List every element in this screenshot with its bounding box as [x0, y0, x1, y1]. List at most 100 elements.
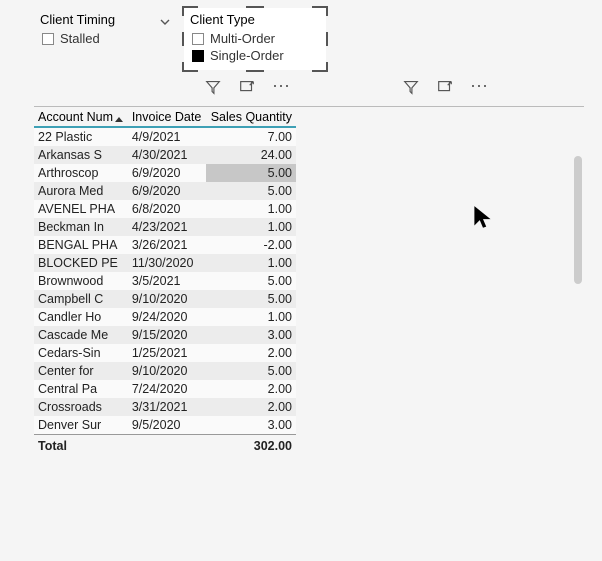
cell-account: Cedars-Sin [34, 344, 128, 362]
table-row[interactable]: Aurora Med6/9/20205.00 [34, 182, 296, 200]
focus-mode-icon[interactable] [238, 78, 256, 96]
cell-account: Central Pa [34, 380, 128, 398]
more-options-icon[interactable]: ··· [272, 76, 290, 98]
more-options-icon[interactable]: ··· [470, 76, 488, 98]
cell-qty: 5.00 [206, 362, 296, 380]
slicer-header[interactable]: Client Timing [40, 12, 170, 27]
cell-date: 6/9/2020 [128, 164, 206, 182]
cell-qty: 3.00 [206, 326, 296, 344]
cell-date: 6/9/2020 [128, 182, 206, 200]
slicer-client-type[interactable]: Client Type Multi-Order Single-Order [184, 8, 326, 70]
table-row[interactable]: Campbell C9/10/20205.00 [34, 290, 296, 308]
cell-qty: 5.00 [206, 182, 296, 200]
cell-qty: 2.00 [206, 344, 296, 362]
table-row[interactable]: Denver Sur9/5/20203.00 [34, 416, 296, 435]
cell-date: 4/9/2021 [128, 127, 206, 146]
table-row[interactable]: Candler Ho9/24/20201.00 [34, 308, 296, 326]
cell-qty: 5.00 [206, 164, 296, 182]
cell-date: 9/24/2020 [128, 308, 206, 326]
table-row[interactable]: BENGAL PHA3/26/2021-2.00 [34, 236, 296, 254]
cell-qty: 7.00 [206, 127, 296, 146]
slicer-header[interactable]: Client Type [190, 12, 320, 27]
cell-qty: 1.00 [206, 200, 296, 218]
data-table-visual[interactable]: Account Num Invoice Date Sales Quantity … [34, 106, 584, 457]
cell-account: 22 Plastic [34, 127, 128, 146]
table-row[interactable]: Arkansas S4/30/202124.00 [34, 146, 296, 164]
cell-qty: 1.00 [206, 218, 296, 236]
cell-account: Center for [34, 362, 128, 380]
cell-date: 11/30/2020 [128, 254, 206, 272]
slicer-client-timing[interactable]: Client Timing Stalled [34, 8, 176, 70]
cell-qty: 3.00 [206, 416, 296, 435]
table-row[interactable]: Cascade Me9/15/20203.00 [34, 326, 296, 344]
cell-qty: -2.00 [206, 236, 296, 254]
col-header-account[interactable]: Account Num [34, 107, 128, 127]
table-row[interactable]: Center for9/10/20205.00 [34, 362, 296, 380]
cell-date: 4/23/2021 [128, 218, 206, 236]
table-toolbar: ··· [402, 70, 488, 100]
cell-date: 1/25/2021 [128, 344, 206, 362]
cell-account: Brownwood [34, 272, 128, 290]
cell-account: Arthroscop [34, 164, 128, 182]
table-row[interactable]: Crossroads3/31/20212.00 [34, 398, 296, 416]
slicer-title: Client Timing [40, 12, 156, 27]
data-table: Account Num Invoice Date Sales Quantity … [34, 107, 296, 457]
cell-date: 9/10/2020 [128, 362, 206, 380]
col-header-qty[interactable]: Sales Quantity [206, 107, 296, 127]
cell-qty: 5.00 [206, 290, 296, 308]
cell-account: Beckman In [34, 218, 128, 236]
filter-icon[interactable] [204, 78, 222, 96]
table-row[interactable]: Central Pa7/24/20202.00 [34, 380, 296, 398]
total-label: Total [34, 435, 128, 458]
slicer-title: Client Type [190, 12, 320, 27]
slicer-item-label: Stalled [60, 31, 100, 46]
cell-date: 3/31/2021 [128, 398, 206, 416]
cell-date: 9/5/2020 [128, 416, 206, 435]
cell-date: 3/26/2021 [128, 236, 206, 254]
cell-date: 4/30/2021 [128, 146, 206, 164]
cell-qty: 24.00 [206, 146, 296, 164]
cell-account: Aurora Med [34, 182, 128, 200]
table-row[interactable]: 22 Plastic4/9/20217.00 [34, 127, 296, 146]
cell-date: 9/10/2020 [128, 290, 206, 308]
slicer-item-label: Multi-Order [210, 31, 275, 46]
table-row[interactable]: BLOCKED PE11/30/20201.00 [34, 254, 296, 272]
slicer-toolbar: ··· [204, 70, 290, 100]
slicer-item-stalled[interactable]: Stalled [40, 30, 170, 47]
focus-mode-icon[interactable] [436, 78, 454, 96]
slicer-item-single-order[interactable]: Single-Order [190, 47, 320, 64]
cell-account: BLOCKED PE [34, 254, 128, 272]
cell-account: AVENEL PHA [34, 200, 128, 218]
cell-account: Denver Sur [34, 416, 128, 435]
slicer-item-multi-order[interactable]: Multi-Order [190, 30, 320, 47]
col-header-date[interactable]: Invoice Date [128, 107, 206, 127]
table-row[interactable]: Arthroscop6/9/20205.00 [34, 164, 296, 182]
checkbox-icon[interactable] [192, 33, 204, 45]
cell-account: Candler Ho [34, 308, 128, 326]
cell-qty: 1.00 [206, 308, 296, 326]
table-row[interactable]: AVENEL PHA6/8/20201.00 [34, 200, 296, 218]
cell-date: 7/24/2020 [128, 380, 206, 398]
table-row[interactable]: Brownwood3/5/20215.00 [34, 272, 296, 290]
cell-qty: 5.00 [206, 272, 296, 290]
table-row[interactable]: Cedars-Sin1/25/20212.00 [34, 344, 296, 362]
total-value: 302.00 [206, 435, 296, 458]
checkbox-filled-icon[interactable] [192, 50, 204, 62]
filter-icon[interactable] [402, 78, 420, 96]
total-row: Total 302.00 [34, 435, 296, 458]
vertical-scrollbar[interactable] [574, 156, 582, 284]
cell-qty: 2.00 [206, 398, 296, 416]
cell-date: 3/5/2021 [128, 272, 206, 290]
chevron-down-icon[interactable] [160, 15, 170, 25]
sort-asc-icon [115, 117, 123, 122]
cell-account: BENGAL PHA [34, 236, 128, 254]
table-row[interactable]: Beckman In4/23/20211.00 [34, 218, 296, 236]
cell-account: Cascade Me [34, 326, 128, 344]
cell-qty: 2.00 [206, 380, 296, 398]
cell-account: Arkansas S [34, 146, 128, 164]
cell-account: Crossroads [34, 398, 128, 416]
cell-qty: 1.00 [206, 254, 296, 272]
cell-date: 6/8/2020 [128, 200, 206, 218]
checkbox-icon[interactable] [42, 33, 54, 45]
cell-date: 9/15/2020 [128, 326, 206, 344]
